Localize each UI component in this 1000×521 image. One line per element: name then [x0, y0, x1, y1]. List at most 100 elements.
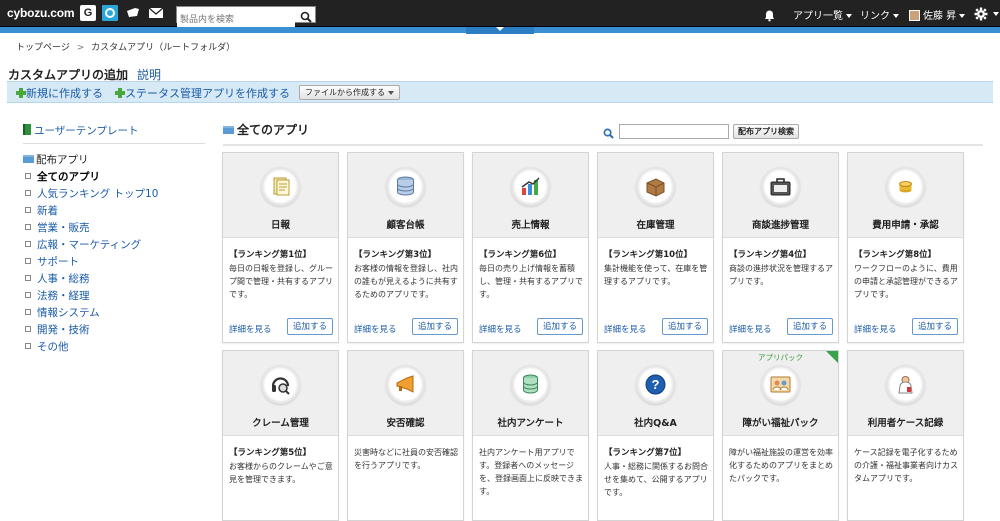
app-card-safety-check[interactable]: 安否確認 災害時などに社員の安否確認を行うアプリです。	[347, 350, 464, 521]
user-template-link[interactable]: ユーザーテンプレート	[23, 123, 138, 138]
sidebar-item-new[interactable]: 新着	[25, 203, 58, 218]
garoon-g-icon[interactable]: G	[80, 5, 96, 21]
svg-text:?: ?	[652, 377, 660, 392]
main-divider	[223, 144, 983, 146]
sidebar-item-legal[interactable]: 法務・経理	[25, 288, 90, 303]
breadcrumb-separator-icon: >	[76, 43, 85, 53]
app-card-welfare-pack[interactable]: アプリパック 障がい福祉パック 障がい福祉施設の運営を効率化するためのアプリをま…	[722, 350, 839, 521]
add-app-button[interactable]: 追加する	[537, 318, 583, 335]
sidebar-divider	[23, 143, 205, 144]
square-bullet-icon	[25, 224, 31, 230]
app-card-deal-progress[interactable]: 商談進捗管理 【ランキング第4位】 商談の進捗状況を管理するアプリです。 詳細を…	[722, 152, 839, 343]
distributed-apps-label: 配布アプリ	[36, 154, 89, 166]
bell-icon[interactable]	[763, 7, 776, 26]
chevron-down-icon	[496, 27, 504, 31]
app-description: 人事・総務に関係するお問合せを集めて、公開するアプリです。	[604, 462, 708, 497]
avatar	[909, 10, 920, 21]
links-menu[interactable]: リンク	[860, 7, 899, 22]
app-search-button[interactable]: 配布アプリ検索	[733, 124, 799, 139]
square-bullet-icon	[25, 326, 31, 332]
app-card-header: 費用申請・承認	[848, 153, 963, 238]
square-bullet-icon	[25, 207, 31, 213]
square-bullet-icon	[25, 241, 31, 247]
sidebar-item-all-apps[interactable]: 全てのアプリ	[25, 169, 100, 184]
office-icon[interactable]	[102, 5, 118, 21]
app-list-menu[interactable]: アプリ一覧	[793, 7, 852, 22]
mailwise-icon[interactable]	[125, 5, 141, 21]
app-description: 社内アンケート用アプリです。登録者へのメッセージを、登録画面上に反映できます。	[479, 448, 583, 496]
add-app-button[interactable]: 追加する	[912, 318, 958, 335]
view-details-link[interactable]: 詳細を見る	[229, 323, 272, 335]
chevron-down-icon[interactable]	[993, 12, 999, 16]
app-card-header: アプリパック 障がい福祉パック	[723, 351, 838, 436]
sidebar-item-hr[interactable]: 人事・総務	[25, 271, 90, 286]
links-label: リンク	[860, 11, 890, 22]
sidebar-item-marketing[interactable]: 広報・マーケティング	[25, 237, 141, 252]
square-bullet-icon	[25, 258, 31, 264]
book-icon	[23, 124, 31, 135]
sidebar-item-dev[interactable]: 開発・技術	[25, 322, 90, 337]
sidebar-item-label: 法務・経理	[37, 290, 90, 302]
breadcrumb-top-link[interactable]: トップページ	[16, 43, 70, 53]
sidebar-item-label: 新着	[37, 205, 58, 217]
app-name: 日報	[270, 220, 290, 231]
app-card-sales-info[interactable]: 売上情報 【ランキング第6位】 毎日の売り上げ情報を蓄積し、管理・共有するアプリ…	[472, 152, 589, 343]
app-card-expense[interactable]: 費用申請・承認 【ランキング第8位】 ワークフローのように、費用の申請と承認管理…	[847, 152, 964, 343]
add-app-button[interactable]: 追加する	[412, 318, 458, 335]
breadcrumb: トップページ > カスタムアプリ（ルートフォルダ）	[16, 40, 235, 53]
app-card-header: クレーム管理	[223, 351, 338, 436]
view-details-link[interactable]: 詳細を見る	[604, 323, 647, 335]
app-card-internal-survey[interactable]: 社内アンケート 社内アンケート用アプリです。登録者へのメッセージを、登録画面上に…	[472, 350, 589, 521]
app-description: 毎日の日報を登録し、グループ間で管理・共有するアプリです。	[229, 264, 333, 299]
app-card-complaints[interactable]: クレーム管理 【ランキング第5位】 お客様からのクレームやご意見を管理できます。	[222, 350, 339, 521]
app-description: 商談の進捗状況を管理するアプリです。	[729, 264, 833, 286]
view-details-link[interactable]: 詳細を見る	[479, 323, 522, 335]
briefcase-icon	[761, 167, 800, 206]
view-details-link[interactable]: 詳細を見る	[729, 323, 772, 335]
create-from-file-button[interactable]: ファイルから作成する	[299, 85, 400, 100]
sidebar-item-other[interactable]: その他	[25, 339, 69, 354]
sidebar-item-sales[interactable]: 営業・販売	[25, 220, 90, 235]
sidebar-item-it[interactable]: 情報システム	[25, 305, 100, 320]
app-card-header: 日報	[223, 153, 338, 238]
app-rank: 【ランキング第4位】	[729, 250, 812, 260]
view-details-link[interactable]: 詳細を見る	[854, 323, 897, 335]
app-rank: 【ランキング第1位】	[229, 250, 312, 260]
app-card-header: 利用者ケース記録	[848, 351, 963, 436]
add-app-button[interactable]: 追加する	[287, 318, 333, 335]
app-rank: 【ランキング第6位】	[479, 250, 562, 260]
megaphone-icon	[386, 365, 425, 404]
app-card-internal-qa[interactable]: ? 社内Q&A 【ランキング第7位】 人事・総務に関係するお問合せを集めて、公開…	[597, 350, 714, 521]
cybozu-logo[interactable]: cybozu.com	[7, 6, 75, 20]
main-title: 全てのアプリ	[223, 121, 309, 138]
app-card-customer-db[interactable]: 顧客台帳 【ランキング第3位】 お客様の情報を登録し、社内の誰もが見えるように共…	[347, 152, 464, 343]
sidebar-item-support[interactable]: サポート	[25, 254, 79, 269]
app-name: 安否確認	[386, 418, 425, 429]
app-card-case-record[interactable]: 利用者ケース記録 ケース記録を電子化するための介護・福祉事業者向けカスタムアプリ…	[847, 350, 964, 521]
collapse-header-tab[interactable]	[466, 27, 534, 34]
add-app-button[interactable]: 追加する	[662, 318, 708, 335]
create-status-app-button[interactable]: ステータス管理アプリを作成する	[115, 85, 290, 101]
app-card-inventory[interactable]: 在庫管理 【ランキング第10位】 集計機能を使って、在庫を管理するアプリです。 …	[597, 152, 714, 343]
search-icon[interactable]	[300, 8, 312, 27]
plus-icon	[16, 88, 26, 98]
create-new-button[interactable]: 新規に作成する	[16, 85, 103, 101]
app-description: 集計機能を使って、在庫を管理するアプリです。	[604, 264, 708, 286]
square-bullet-icon	[25, 292, 31, 298]
mail-icon[interactable]	[148, 5, 164, 21]
sales-chart-icon	[511, 167, 550, 206]
app-search-input[interactable]	[619, 124, 729, 139]
caseworker-icon	[886, 365, 925, 404]
square-bullet-icon	[25, 190, 31, 196]
gear-icon[interactable]	[974, 6, 988, 25]
question-icon: ?	[636, 365, 675, 404]
square-bullet-icon	[25, 173, 31, 179]
user-menu[interactable]: 佐藤 昇	[909, 7, 966, 22]
app-card-daily-report[interactable]: 日報 【ランキング第1位】 毎日の日報を登録し、グループ間で管理・共有するアプリ…	[222, 152, 339, 343]
view-details-link[interactable]: 詳細を見る	[354, 323, 397, 335]
breadcrumb-custom-link[interactable]: カスタムアプリ（ルートフォルダ）	[91, 43, 235, 53]
product-search-input[interactable]	[177, 12, 295, 28]
sidebar-item-label: 広報・マーケティング	[37, 239, 142, 251]
sidebar-item-ranking[interactable]: 人気ランキング トップ10	[25, 186, 158, 201]
add-app-button[interactable]: 追加する	[787, 318, 833, 335]
